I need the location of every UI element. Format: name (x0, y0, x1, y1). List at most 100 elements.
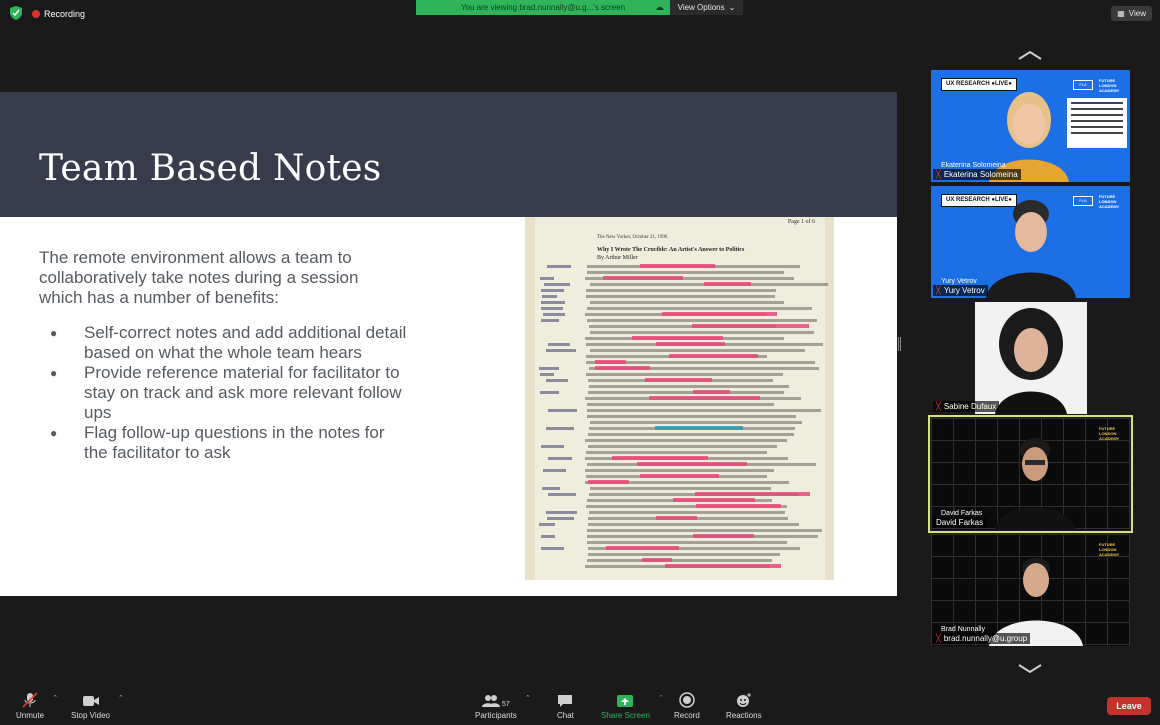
document-text-line (587, 271, 784, 274)
document-text-line (588, 433, 794, 436)
document-text-line (589, 511, 785, 514)
handwritten-margin-note (546, 427, 574, 430)
handwritten-margin-note (541, 319, 559, 322)
caret-up-icon[interactable]: ⌃ (118, 694, 124, 702)
handwritten-margin-note (540, 277, 554, 280)
document-text-line (588, 445, 777, 448)
handwritten-margin-note (539, 367, 559, 370)
security-shield-icon[interactable] (10, 6, 24, 22)
document-text-line (590, 331, 814, 334)
reactions-label: Reactions (726, 711, 762, 720)
participant-tile-active-speaker[interactable]: FUTURE LONDON ACADEMY David Farkas David… (928, 415, 1133, 533)
highlighter-mark (695, 492, 810, 496)
document-text-line (588, 391, 784, 394)
chevron-down-icon: ⌄ (728, 3, 736, 12)
view-options-button[interactable]: View Options ⌄ (670, 0, 743, 15)
chat-button[interactable]: Chat (557, 692, 574, 720)
share-screen-icon (616, 692, 634, 708)
document-text-line (585, 469, 774, 472)
resize-handle[interactable] (898, 337, 901, 351)
handwritten-margin-note (544, 283, 570, 286)
highlighter-mark (632, 336, 723, 340)
participant-video-icon (995, 438, 1075, 530)
handwritten-margin-note (541, 289, 564, 292)
handwritten-margin-note (542, 295, 557, 298)
document-text-line (585, 439, 787, 442)
status-area: Recording (10, 6, 85, 22)
highlighter-mark (588, 480, 629, 484)
reactions-button[interactable]: Reactions (726, 692, 762, 720)
slide-intro: The remote environment allows a team to … (39, 248, 359, 307)
mic-muted-icon: ╳ (936, 634, 941, 643)
highlighter-mark (673, 498, 755, 502)
scroll-up-icon[interactable] (1018, 50, 1042, 60)
participant-tile[interactable]: FUTURE LONDON ACADEMY Brad Nunnally ╳ br… (931, 534, 1130, 646)
slide-title: Team Based Notes (39, 148, 382, 189)
participant-name: Ekaterina Solomeina (943, 170, 1018, 179)
participant-video (975, 302, 1087, 414)
highlighter-mark (603, 276, 683, 280)
meeting-controls: Unmute ⌃ Stop Video ⌃ 57 Participants ⌃ … (0, 687, 1160, 725)
caret-up-icon[interactable]: ⌃ (658, 694, 664, 702)
highlighter-mark (656, 342, 725, 346)
view-options-label: View Options (677, 3, 725, 12)
highlighter-mark (640, 474, 719, 478)
handwritten-margin-note (547, 265, 571, 268)
participants-button[interactable]: 57 Participants ⌃ (475, 692, 531, 720)
participant-tile[interactable]: UX RESEARCH ●LIVE● FLA FUTURE LONDON ACA… (931, 70, 1130, 182)
highlighter-mark (642, 558, 672, 562)
cloud-icon: ☁ (655, 2, 664, 12)
chat-bubble-icon (557, 692, 573, 708)
handwritten-margin-note (543, 313, 565, 316)
chat-label: Chat (557, 711, 574, 720)
highlighter-mark (640, 264, 715, 268)
caret-up-icon[interactable]: ⌃ (525, 694, 531, 702)
participant-video-icon (986, 200, 1076, 298)
participant-nameplate: ╳ brad.nunnally@u.group (933, 633, 1031, 644)
document-byline: By Arthur Miller (597, 255, 638, 261)
mic-muted-icon: ╳ (936, 286, 941, 295)
mic-muted-icon: ╳ (936, 170, 941, 179)
annotated-document-photo: Page 1 of 6 The New Yorker, October 21, … (525, 217, 834, 580)
recording-indicator[interactable]: Recording (32, 9, 85, 19)
participant-video-icon (989, 558, 1083, 646)
highlighter-mark (645, 378, 712, 382)
document-text-line (586, 373, 783, 376)
participant-video-icon (995, 308, 1067, 414)
document-headline: Why I Wrote The Crucible: An Artist's An… (597, 247, 745, 253)
participant-name: David Farkas (936, 518, 984, 527)
recording-label: Recording (44, 9, 86, 19)
record-label: Record (674, 711, 700, 720)
highlighter-mark (655, 426, 743, 430)
handwritten-margin-note (542, 487, 560, 490)
document-text-line (589, 385, 789, 388)
highlighter-mark (692, 324, 809, 328)
view-button[interactable]: ▦ View (1111, 6, 1152, 21)
handwritten-margin-note (546, 511, 577, 514)
slide-bullets: Self-correct notes and add additional de… (50, 323, 410, 463)
scroll-down-icon[interactable] (1018, 664, 1042, 674)
document-text-line (587, 319, 817, 322)
unmute-button[interactable]: Unmute ⌃ (16, 692, 58, 720)
participant-tile[interactable]: ╳ Sabine Dufaux (931, 302, 1130, 414)
handwritten-margin-note (541, 445, 564, 448)
document-text-line (590, 487, 771, 490)
stop-video-button[interactable]: Stop Video ⌃ (71, 692, 124, 720)
leave-button[interactable]: Leave (1107, 697, 1151, 715)
record-button[interactable]: Record (674, 692, 700, 720)
page-label: Page 1 of 6 (787, 219, 815, 225)
bullet-item: Flag follow-up questions in the notes fo… (50, 423, 410, 463)
participant-tile[interactable]: UX RESEARCH ●LIVE● FLA FUTURE LONDON ACA… (931, 186, 1130, 298)
handwritten-margin-note (548, 493, 576, 496)
share-banner: You are viewing brad.nunnally@u.g...'s s… (416, 0, 670, 15)
zoom-window: Recording You are viewing brad.nunnally@… (0, 0, 1160, 725)
document-text-line (590, 349, 805, 352)
caret-up-icon[interactable]: ⌃ (52, 694, 58, 702)
document-text-line (590, 421, 802, 424)
document-text-line (587, 541, 787, 544)
handwritten-margin-note (541, 535, 555, 538)
unmute-label: Unmute (16, 711, 45, 720)
share-banner-text: You are viewing brad.nunnally@u.g...'s s… (460, 3, 626, 12)
handwritten-margin-note (543, 469, 566, 472)
share-screen-button[interactable]: Share Screen ⌃ (601, 692, 664, 720)
